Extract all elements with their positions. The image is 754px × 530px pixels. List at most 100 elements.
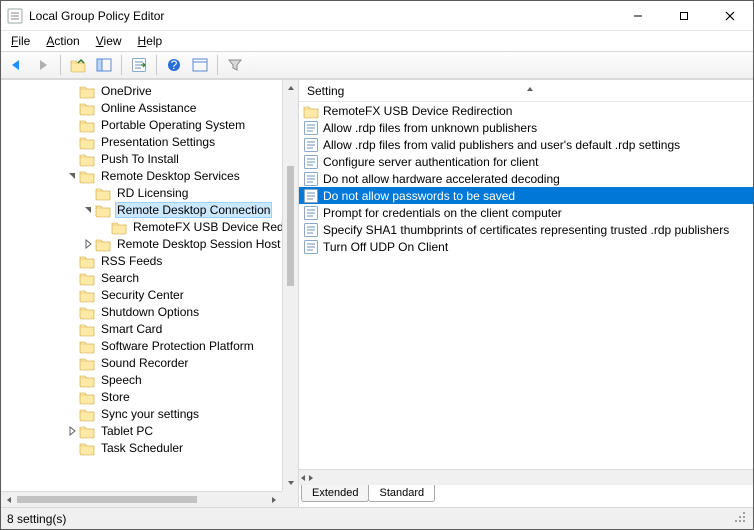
folder-icon — [79, 321, 95, 337]
back-button[interactable] — [5, 54, 29, 76]
tree-item-label: Remote Desktop Session Host — [115, 237, 282, 251]
folder-icon — [95, 236, 111, 252]
list-item-label: Do not allow hardware accelerated decodi… — [323, 172, 560, 186]
window-title: Local Group Policy Editor — [29, 9, 615, 23]
list-item-label: Turn Off UDP On Client — [323, 240, 448, 254]
list-item-label: RemoteFX USB Device Redirection — [323, 104, 512, 118]
resize-grip-icon[interactable] — [733, 510, 747, 527]
spacer — [81, 186, 95, 200]
export-list-button[interactable] — [127, 54, 151, 76]
spacer — [65, 101, 79, 115]
tree-item-label: Software Protection Platform — [99, 339, 256, 353]
window: Local Group Policy Editor File Action Vi… — [0, 0, 754, 530]
spacer — [65, 271, 79, 285]
forward-button[interactable] — [31, 54, 55, 76]
folder-icon — [79, 117, 95, 133]
statusbar: 8 setting(s) — [1, 507, 753, 529]
tree-item[interactable]: Shutdown Options — [1, 303, 282, 320]
tab-extended[interactable]: Extended — [301, 485, 369, 502]
list-scrollbar-horizontal[interactable] — [299, 469, 753, 485]
filter-button[interactable] — [223, 54, 247, 76]
tree-item[interactable]: Security Center — [1, 286, 282, 303]
folder-icon — [79, 151, 95, 167]
tree-item[interactable]: Sound Recorder — [1, 354, 282, 371]
list-item[interactable]: RemoteFX USB Device Redirection — [299, 102, 753, 119]
close-button[interactable] — [707, 1, 753, 30]
spacer — [65, 356, 79, 370]
list-item[interactable]: Do not allow passwords to be saved — [299, 187, 753, 204]
help-button[interactable]: ? — [162, 54, 186, 76]
column-setting[interactable]: Setting — [307, 84, 344, 98]
spacer — [65, 152, 79, 166]
tree-item[interactable]: RemoteFX USB Device Red — [1, 218, 282, 235]
folder-icon — [79, 134, 95, 150]
tree-item[interactable]: Software Protection Platform — [1, 337, 282, 354]
folder-icon — [79, 83, 95, 99]
expander-icon[interactable] — [81, 203, 95, 217]
titlebar: Local Group Policy Editor — [1, 1, 753, 31]
tree-item[interactable]: Sync your settings — [1, 405, 282, 422]
tree-item[interactable]: Push To Install — [1, 150, 282, 167]
maximize-button[interactable] — [661, 1, 707, 30]
list-item[interactable]: Do not allow hardware accelerated decodi… — [299, 170, 753, 187]
settings-list[interactable]: RemoteFX USB Device Redirection Allow .rd… — [299, 102, 753, 469]
tree-item[interactable]: Store — [1, 388, 282, 405]
spacer — [65, 84, 79, 98]
tree-item[interactable]: Online Assistance — [1, 99, 282, 116]
menu-action[interactable]: Action — [40, 32, 85, 50]
tree-item[interactable]: Portable Operating System — [1, 116, 282, 133]
tree-item-label: Security Center — [99, 288, 186, 302]
policy-setting-icon — [303, 154, 319, 170]
tree-pane: OneDriveOnline AssistancePortable Operat… — [1, 80, 299, 507]
tree-item[interactable]: Presentation Settings — [1, 133, 282, 150]
menu-help[interactable]: Help — [132, 32, 169, 50]
svg-text:?: ? — [171, 58, 178, 72]
column-header[interactable]: Setting — [299, 80, 753, 102]
list-item[interactable]: Turn Off UDP On Client — [299, 238, 753, 255]
expander-icon[interactable] — [65, 169, 79, 183]
app-icon — [7, 8, 23, 24]
tree-item[interactable]: Task Scheduler — [1, 439, 282, 456]
tree-item[interactable]: RSS Feeds — [1, 252, 282, 269]
tree-item-label: Push To Install — [99, 152, 181, 166]
show-hide-tree-button[interactable] — [92, 54, 116, 76]
tree-item[interactable]: RD Licensing — [1, 184, 282, 201]
list-item-label: Allow .rdp files from unknown publishers — [323, 121, 537, 135]
list-item[interactable]: Specify SHA1 thumbprints of certificates… — [299, 221, 753, 238]
tree-scrollbar-horizontal[interactable] — [1, 491, 282, 507]
tree-item-label: Sound Recorder — [99, 356, 190, 370]
tree-item[interactable]: Remote Desktop Session Host — [1, 235, 282, 252]
expander-icon[interactable] — [65, 424, 79, 438]
menu-file[interactable]: File — [5, 32, 36, 50]
list-item[interactable]: Allow .rdp files from valid publishers a… — [299, 136, 753, 153]
properties-button[interactable] — [188, 54, 212, 76]
expander-icon[interactable] — [81, 237, 95, 251]
tree[interactable]: OneDriveOnline AssistancePortable Operat… — [1, 80, 282, 491]
tab-standard[interactable]: Standard — [368, 485, 435, 502]
tree-item[interactable]: Speech — [1, 371, 282, 388]
folder-icon — [95, 202, 111, 218]
tree-item[interactable]: Remote Desktop Connection — [1, 201, 282, 218]
list-item[interactable]: Configure server authentication for clie… — [299, 153, 753, 170]
folder-icon — [79, 372, 95, 388]
tree-item-label: Smart Card — [99, 322, 164, 336]
tree-item[interactable]: Tablet PC — [1, 422, 282, 439]
spacer — [65, 322, 79, 336]
menubar: File Action View Help — [1, 31, 753, 51]
tree-item-label: Sync your settings — [99, 407, 201, 421]
tree-item[interactable]: Search — [1, 269, 282, 286]
tree-item-label: Store — [99, 390, 132, 404]
menu-view[interactable]: View — [90, 32, 128, 50]
policy-setting-icon — [303, 205, 319, 221]
spacer — [65, 373, 79, 387]
folder-icon — [303, 103, 319, 119]
list-item[interactable]: Allow .rdp files from unknown publishers — [299, 119, 753, 136]
tree-scrollbar-vertical[interactable] — [282, 80, 298, 491]
tree-item[interactable]: Smart Card — [1, 320, 282, 337]
list-item-label: Specify SHA1 thumbprints of certificates… — [323, 223, 729, 237]
minimize-button[interactable] — [615, 1, 661, 30]
up-button[interactable] — [66, 54, 90, 76]
list-item[interactable]: Prompt for credentials on the client com… — [299, 204, 753, 221]
tree-item[interactable]: OneDrive — [1, 82, 282, 99]
tree-item[interactable]: Remote Desktop Services — [1, 167, 282, 184]
